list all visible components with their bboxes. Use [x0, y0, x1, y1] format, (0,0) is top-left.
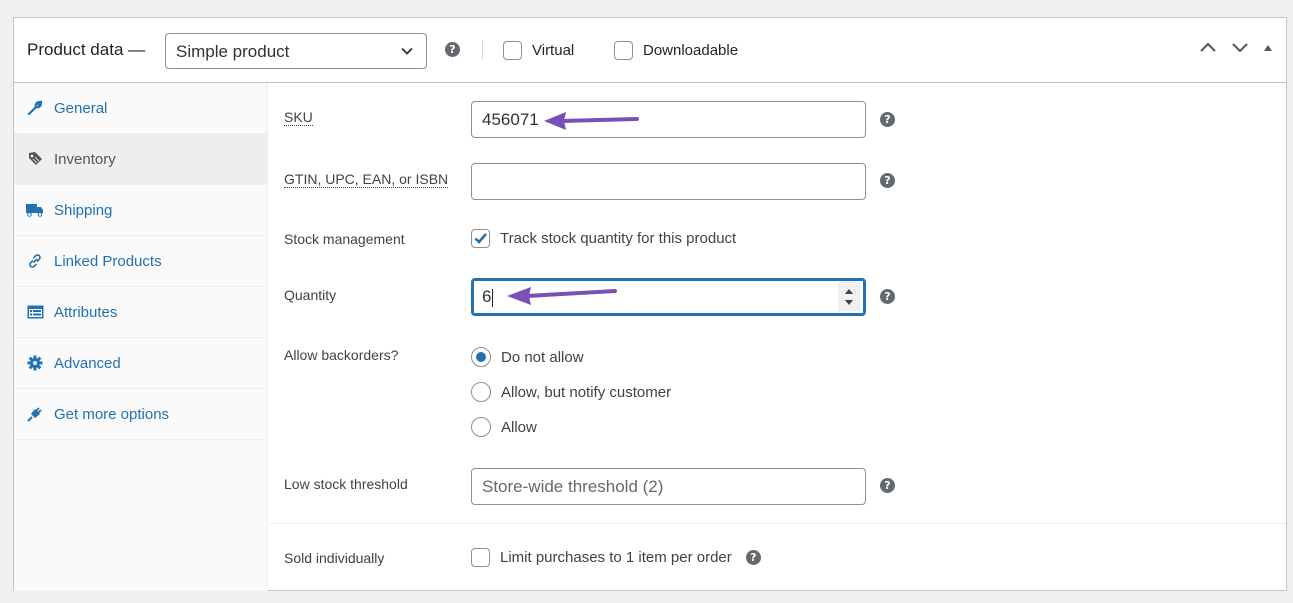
link-icon	[26, 253, 44, 269]
tab-inventory[interactable]: Inventory	[14, 134, 267, 185]
header-separator	[482, 40, 483, 60]
product-data-tabs: General Inventory Shipping Linked Produc…	[14, 83, 268, 591]
decrement-icon[interactable]	[845, 299, 853, 305]
sold-individually-checkbox[interactable]: Limit purchases to 1 item per order ?	[471, 548, 761, 567]
truck-icon	[26, 202, 44, 218]
track-stock-checkbox-box[interactable]	[471, 229, 490, 248]
checkmark-icon	[474, 233, 487, 244]
collapse-triangle-icon[interactable]	[1262, 41, 1274, 59]
panel-header: Product data — Simple product ? Virtual …	[14, 18, 1286, 83]
sku-value: 456071	[482, 110, 539, 129]
tab-linked-products[interactable]: Linked Products	[14, 236, 267, 287]
quantity-help-icon[interactable]: ?	[880, 289, 895, 304]
quantity-input[interactable]: 6	[471, 278, 866, 316]
text-cursor	[492, 288, 494, 307]
panel-controls	[1198, 40, 1274, 59]
sold-individually-label: Sold individually	[284, 550, 385, 566]
tab-advanced[interactable]: Advanced	[14, 338, 267, 389]
help-icon[interactable]: ?	[445, 42, 460, 57]
gtin-label: GTIN, UPC, EAN, or ISBN	[284, 171, 449, 188]
tab-label: Inventory	[54, 150, 116, 168]
virtual-checkbox-box[interactable]	[503, 41, 522, 60]
downloadable-checkbox[interactable]: Downloadable	[614, 41, 738, 60]
virtual-checkbox[interactable]: Virtual	[503, 41, 574, 60]
tab-get-more-options[interactable]: Get more options	[14, 389, 267, 440]
option-label: Do not allow	[501, 348, 584, 366]
tab-label: Shipping	[54, 201, 113, 219]
low-stock-placeholder: Store-wide threshold (2)	[482, 477, 664, 496]
gear-icon	[26, 355, 44, 371]
stock-management-label: Stock management	[284, 231, 405, 247]
plug-icon	[26, 406, 44, 422]
sold-individually-checkbox-box[interactable]	[471, 548, 490, 567]
wrench-icon	[26, 100, 44, 116]
product-type-select[interactable]: Simple product	[165, 33, 427, 69]
tab-general[interactable]: General	[14, 83, 267, 134]
tab-label: Linked Products	[54, 252, 162, 270]
radio-allow[interactable]	[471, 417, 491, 437]
increment-icon[interactable]	[845, 288, 853, 294]
low-stock-input[interactable]: Store-wide threshold (2)	[471, 468, 866, 505]
quantity-label: Quantity	[284, 287, 337, 303]
tag-icon	[26, 151, 44, 167]
track-stock-checkbox[interactable]: Track stock quantity for this product	[471, 229, 736, 248]
track-stock-label: Track stock quantity for this product	[500, 230, 737, 247]
tab-attributes[interactable]: Attributes	[14, 287, 267, 338]
product-type-value: Simple product	[176, 42, 290, 61]
gtin-help-icon[interactable]: ?	[880, 173, 895, 188]
low-stock-help-icon[interactable]: ?	[880, 478, 895, 493]
quantity-value: 6	[482, 287, 492, 306]
backorders-label: Allow backorders?	[284, 347, 399, 363]
radio-notify[interactable]	[471, 382, 491, 402]
tab-label: General	[54, 99, 108, 117]
tab-shipping[interactable]: Shipping	[14, 185, 267, 236]
downloadable-label: Downloadable	[643, 42, 739, 59]
tab-label: Attributes	[54, 303, 118, 321]
product-data-panel: Product data — Simple product ? Virtual …	[13, 17, 1287, 591]
backorder-option-notify[interactable]: Allow, but notify customer	[471, 382, 671, 402]
chevron-down-icon[interactable]	[1230, 40, 1250, 59]
chevron-down-icon	[401, 47, 413, 55]
option-label: Allow, but notify customer	[501, 383, 672, 401]
sku-help-icon[interactable]: ?	[880, 112, 895, 127]
quantity-stepper[interactable]	[838, 282, 860, 311]
sold-individually-option-label: Limit purchases to 1 item per order	[500, 549, 732, 566]
virtual-label: Virtual	[532, 42, 575, 59]
gtin-input[interactable]	[471, 163, 866, 200]
backorder-option-allow[interactable]: Allow	[471, 417, 537, 437]
sku-label: SKU	[284, 109, 313, 126]
inventory-panel: SKU 456071 ? GTIN, UPC, EAN, or ISBN ? S…	[269, 83, 1286, 591]
chevron-up-icon[interactable]	[1198, 40, 1218, 59]
sku-input[interactable]: 456071	[471, 101, 866, 138]
downloadable-checkbox-box[interactable]	[614, 41, 633, 60]
backorder-option-do-not-allow[interactable]: Do not allow	[471, 347, 584, 367]
tab-label: Get more options	[54, 405, 170, 423]
tab-label: Advanced	[54, 354, 121, 372]
section-divider	[269, 523, 1286, 524]
sold-individually-help-icon[interactable]: ?	[745, 550, 761, 565]
low-stock-label: Low stock threshold	[284, 476, 408, 492]
option-label: Allow	[501, 418, 537, 436]
radio-do-not-allow[interactable]	[471, 347, 491, 367]
list-icon	[26, 304, 44, 320]
panel-title: Product data —	[27, 40, 146, 59]
